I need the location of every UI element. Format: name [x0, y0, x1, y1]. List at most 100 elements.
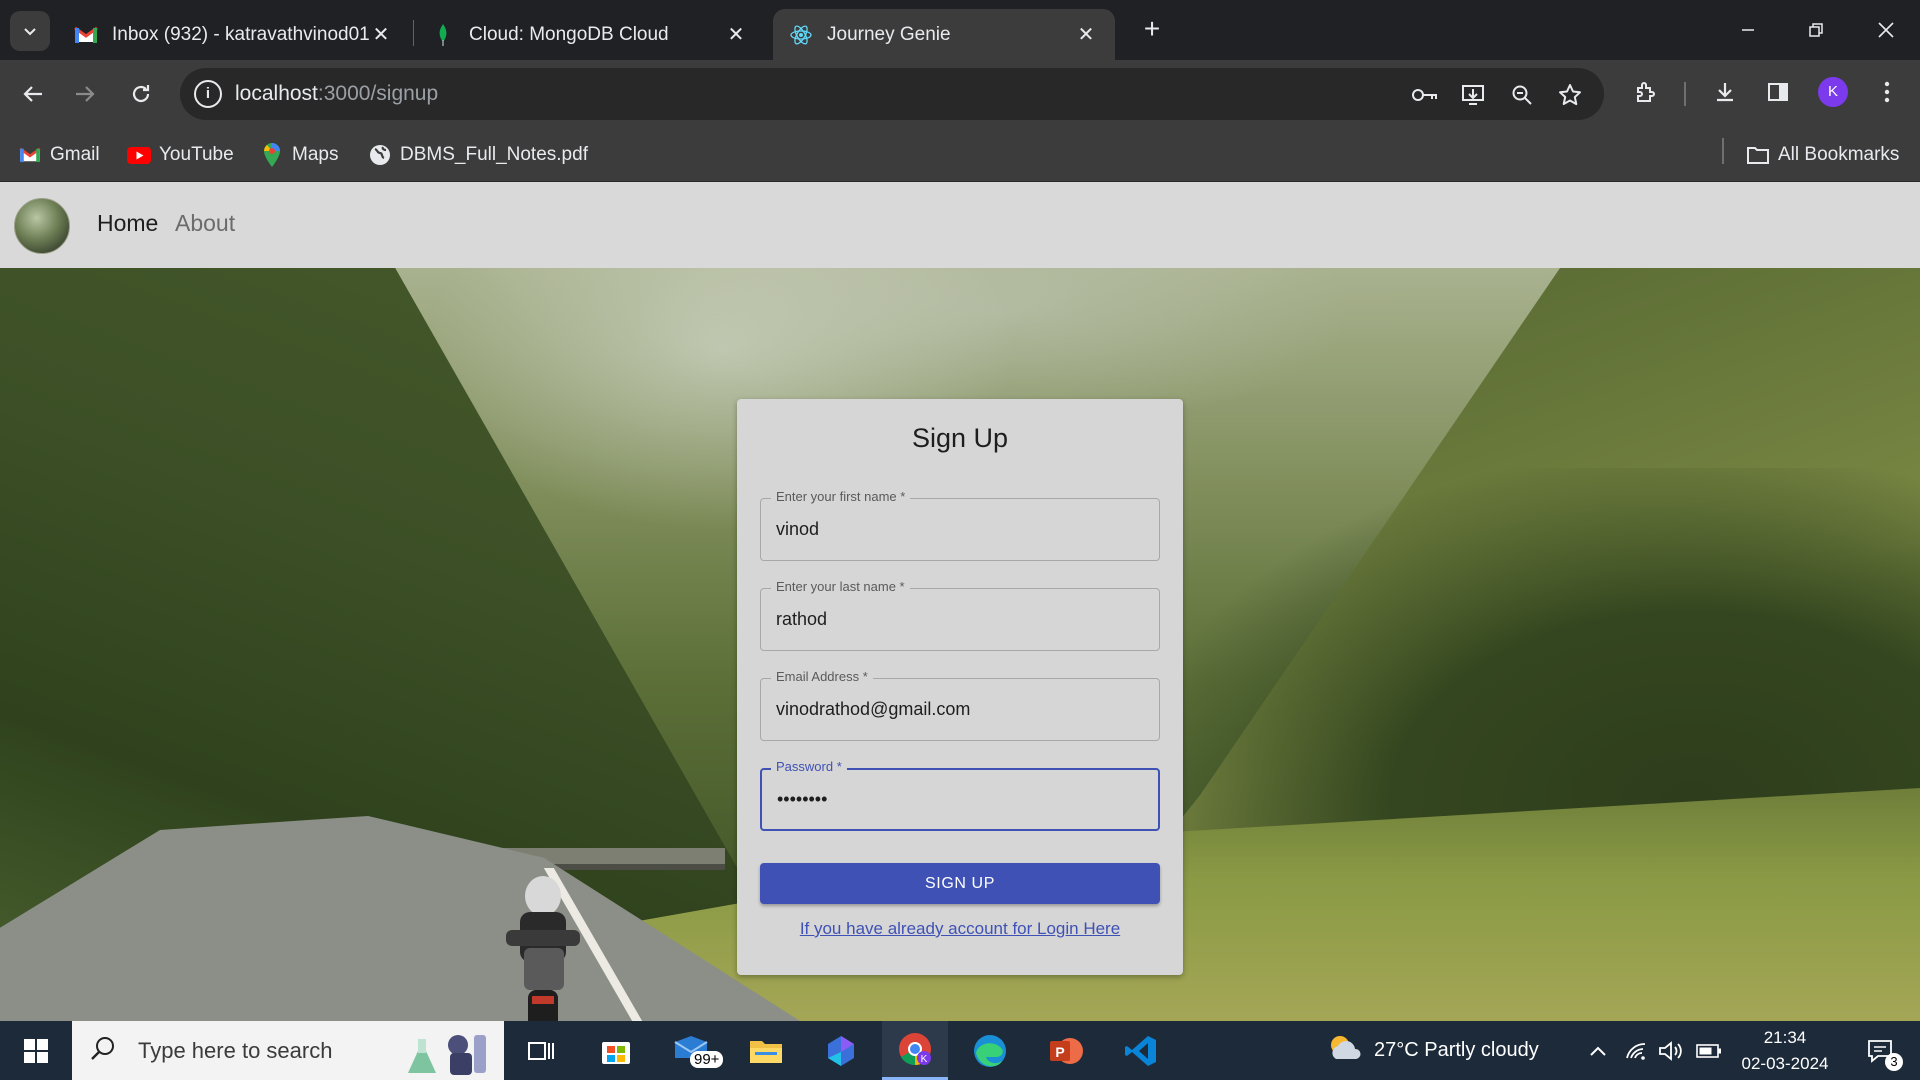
- tab-close-icon[interactable]: ✕: [725, 22, 747, 47]
- signup-card: Sign Up Enter your first name * Enter yo…: [737, 399, 1183, 975]
- bookmark-star-icon[interactable]: [1555, 80, 1585, 110]
- profile-avatar[interactable]: K: [1818, 77, 1848, 107]
- last-name-field[interactable]: Enter your last name *: [760, 579, 1160, 651]
- mail-badge: 99+: [690, 1051, 724, 1068]
- forward-arrow-icon[interactable]: [63, 72, 107, 116]
- search-icon: [90, 1035, 116, 1066]
- weather-widget[interactable]: 27°C Partly cloudy: [1326, 1021, 1539, 1080]
- nav-home-link[interactable]: Home: [97, 210, 158, 237]
- reload-icon[interactable]: [119, 72, 163, 116]
- bookmark-youtube[interactable]: YouTube: [127, 141, 234, 169]
- minimize-icon[interactable]: [1714, 0, 1782, 60]
- bookmark-label: Maps: [292, 144, 339, 165]
- gmail-icon: [18, 143, 42, 167]
- tab-close-icon[interactable]: ✕: [1075, 22, 1097, 47]
- bookmarks-divider: [1722, 138, 1724, 164]
- task-view-icon[interactable]: [508, 1021, 574, 1080]
- notification-center-icon[interactable]: 3: [1855, 1021, 1905, 1080]
- browser-toolbar: i localhost:3000/signup K: [0, 60, 1920, 127]
- url-host: localhost: [235, 82, 318, 105]
- tab-mongodb-cloud[interactable]: Cloud: MongoDB Cloud ✕: [415, 9, 765, 60]
- tab-search-chevron-icon[interactable]: [10, 11, 50, 51]
- folder-icon: [1746, 143, 1770, 167]
- mongodb-leaf-icon: [431, 23, 455, 47]
- restore-icon[interactable]: [1782, 0, 1850, 60]
- powerpoint-icon[interactable]: P: [1033, 1021, 1099, 1080]
- bookmarks-bar: Gmail YouTube Maps DBMS_Full_Notes.pdf A…: [0, 127, 1920, 182]
- copilot-icon[interactable]: [808, 1021, 874, 1080]
- taskbar-clock[interactable]: 21:34 02-03-2024: [1730, 1025, 1840, 1077]
- side-panel-icon[interactable]: [1760, 74, 1796, 110]
- tray-chevron-up-icon[interactable]: [1584, 1021, 1612, 1080]
- vscode-icon[interactable]: [1108, 1021, 1174, 1080]
- address-bar[interactable]: i localhost:3000/signup: [180, 68, 1604, 120]
- svg-text:K: K: [921, 1054, 928, 1065]
- windows-start-icon[interactable]: [3, 1021, 69, 1080]
- url-text[interactable]: localhost:3000/signup: [235, 82, 438, 106]
- bookmark-label: Gmail: [50, 144, 100, 165]
- clock-time: 21:34: [1763, 1028, 1807, 1047]
- site-info-icon[interactable]: i: [194, 80, 222, 108]
- volume-icon[interactable]: [1656, 1021, 1686, 1080]
- motorcycle-rider: [506, 876, 580, 1021]
- email-input[interactable]: [761, 679, 1159, 740]
- first-name-field[interactable]: Enter your first name *: [760, 489, 1160, 561]
- hero-background-image: Sign Up Enter your first name * Enter yo…: [0, 268, 1920, 1021]
- new-tab-plus-icon[interactable]: +: [1137, 14, 1167, 44]
- all-bookmarks-button[interactable]: All Bookmarks: [1746, 141, 1899, 169]
- email-field[interactable]: Email Address *: [760, 669, 1160, 741]
- globe-icon: [368, 143, 392, 167]
- youtube-icon: [127, 143, 151, 167]
- mail-icon[interactable]: 99+: [660, 1021, 726, 1080]
- extensions-puzzle-icon[interactable]: [1628, 74, 1664, 110]
- menu-kebab-icon[interactable]: [1869, 74, 1905, 110]
- web-page: Home About Sign Up Enter your first name…: [0, 182, 1920, 1021]
- gmail-icon: [74, 23, 98, 47]
- edge-icon[interactable]: [957, 1021, 1023, 1080]
- chrome-taskbar-icon[interactable]: K: [882, 1021, 948, 1080]
- downloads-icon[interactable]: [1707, 74, 1743, 110]
- bookmark-label: DBMS_Full_Notes.pdf: [400, 144, 588, 165]
- zoom-icon[interactable]: [1507, 80, 1537, 110]
- install-app-icon[interactable]: [1458, 80, 1488, 110]
- tab-title: Inbox (932) - katravathvinod01(: [112, 23, 370, 45]
- partly-cloudy-icon: [1326, 1033, 1364, 1068]
- wifi-icon[interactable]: [1622, 1021, 1650, 1080]
- tab-divider: [413, 20, 414, 46]
- signup-button[interactable]: SIGN UP: [760, 863, 1160, 904]
- tab-title: Journey Genie: [827, 23, 951, 45]
- last-name-input[interactable]: [761, 589, 1159, 650]
- signup-title: Sign Up: [911, 423, 1009, 453]
- react-icon: [789, 23, 813, 47]
- password-input[interactable]: [762, 770, 1158, 829]
- tab-gmail-inbox[interactable]: Inbox (932) - katravathvinod01( ✕: [58, 9, 410, 60]
- file-explorer-icon[interactable]: [733, 1021, 799, 1080]
- bookmark-maps[interactable]: Maps: [260, 141, 338, 169]
- bookmark-label: All Bookmarks: [1778, 144, 1900, 165]
- tab-close-icon[interactable]: ✕: [370, 22, 392, 47]
- browser-tab-strip: Inbox (932) - katravathvinod01( ✕ Cloud:…: [0, 0, 1920, 60]
- clock-date: 02-03-2024: [1741, 1054, 1829, 1073]
- app-navbar: Home About: [0, 182, 1920, 268]
- back-arrow-icon[interactable]: [11, 72, 55, 116]
- password-field[interactable]: Password *: [760, 759, 1160, 831]
- app-logo[interactable]: [14, 198, 70, 254]
- toolbar-divider: [1684, 82, 1686, 106]
- first-name-input[interactable]: [761, 499, 1159, 560]
- taskbar-search-box[interactable]: Type here to search: [72, 1021, 504, 1080]
- password-key-icon[interactable]: [1410, 80, 1440, 110]
- search-placeholder: Type here to search: [138, 1037, 333, 1063]
- svg-text:P: P: [1055, 1044, 1064, 1060]
- nav-about-link[interactable]: About: [175, 210, 235, 237]
- battery-icon[interactable]: [1694, 1021, 1724, 1080]
- login-link[interactable]: If you have already account for Login He…: [737, 919, 1183, 939]
- windows-taskbar: Type here to search 99+ K P 27°C Partly …: [0, 1021, 1920, 1080]
- close-window-icon[interactable]: [1852, 0, 1920, 60]
- bookmark-gmail[interactable]: Gmail: [18, 141, 100, 169]
- microsoft-store-icon[interactable]: [583, 1021, 649, 1080]
- notification-count-badge: 3: [1885, 1053, 1903, 1071]
- bookmark-dbms-notes[interactable]: DBMS_Full_Notes.pdf: [368, 141, 588, 169]
- bookmark-label: YouTube: [159, 144, 234, 165]
- tab-journey-genie[interactable]: Journey Genie ✕: [773, 9, 1115, 60]
- tab-title: Cloud: MongoDB Cloud: [469, 23, 669, 45]
